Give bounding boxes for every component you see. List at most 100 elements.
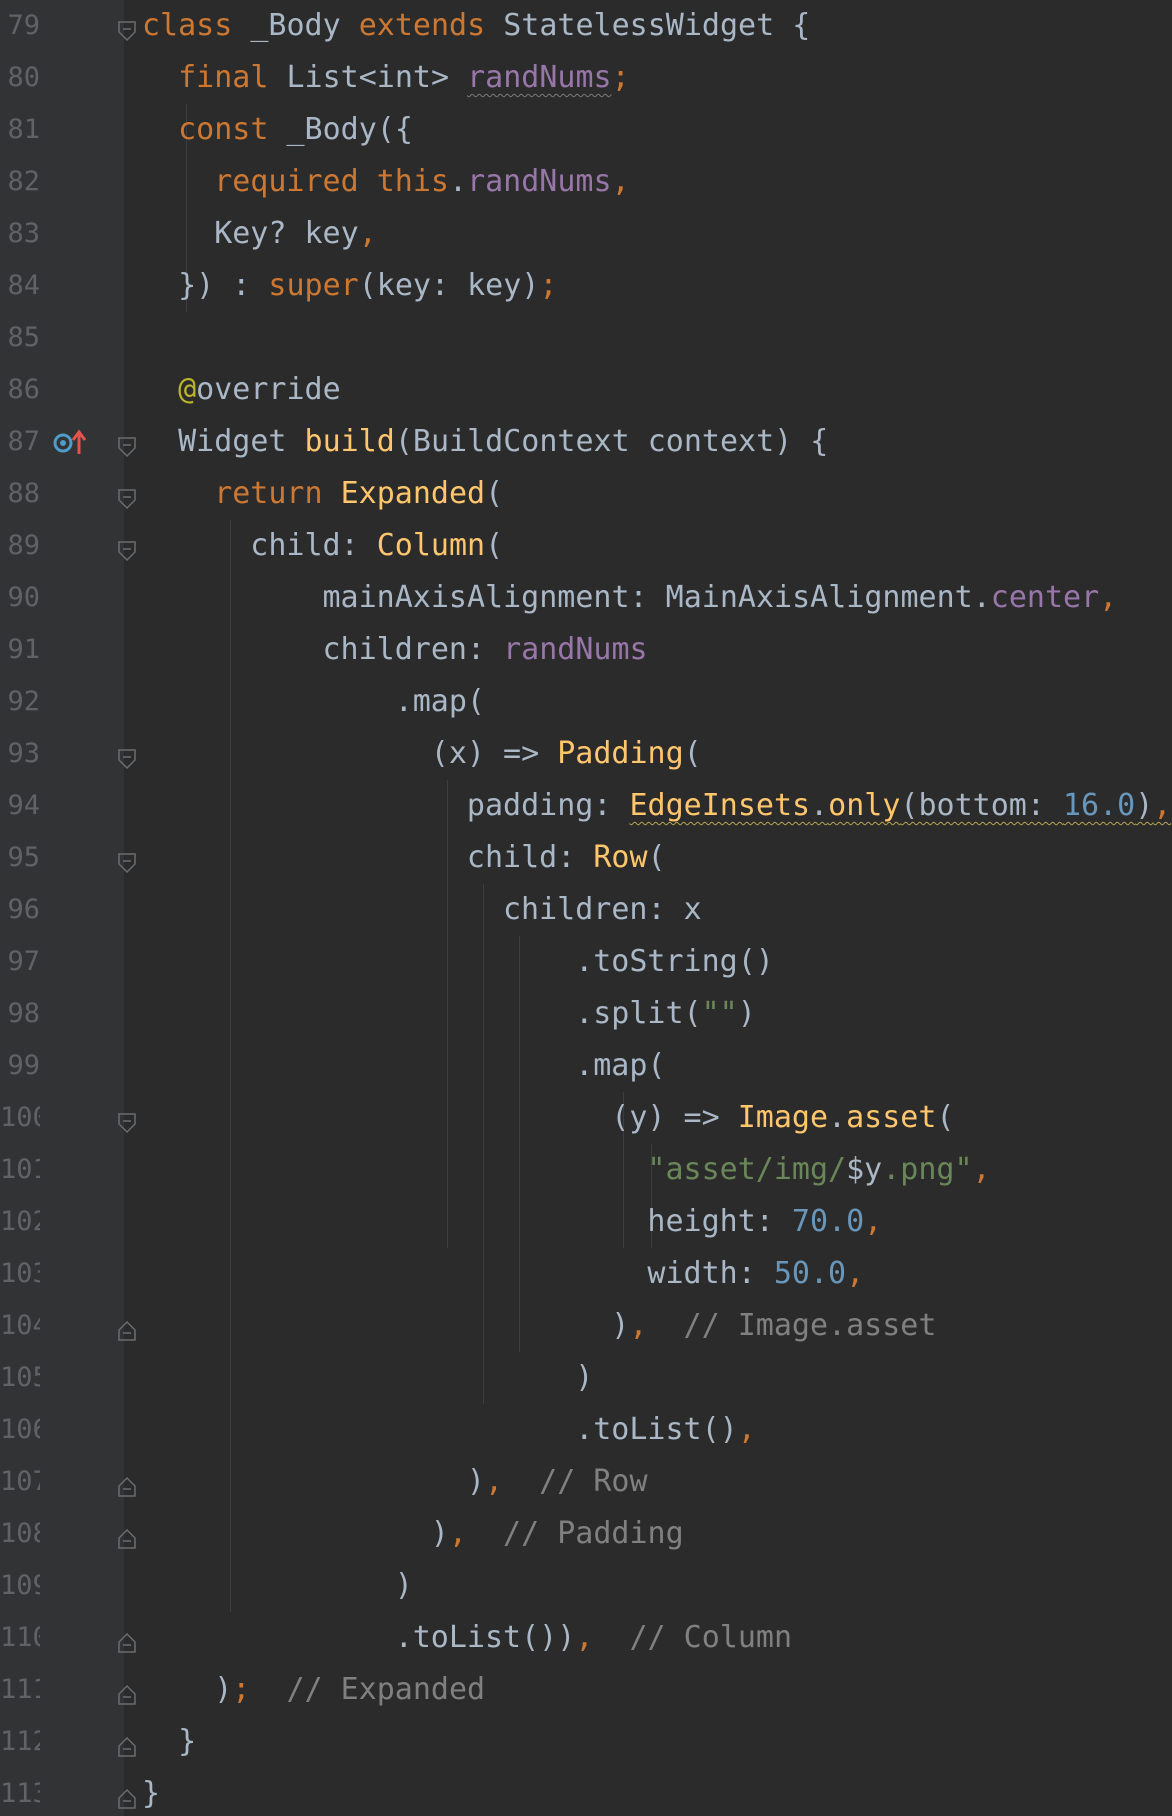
- code-text[interactable]: .split(""): [575, 992, 756, 1036]
- code-line[interactable]: 110 .toList()), // Column: [0, 1612, 1172, 1664]
- code-text[interactable]: .map(: [575, 1044, 665, 1088]
- code-text[interactable]: ): [575, 1356, 593, 1400]
- code-text[interactable]: height: 70.0,: [647, 1200, 882, 1244]
- code-line[interactable]: 97 .toString(): [0, 936, 1172, 988]
- code-text[interactable]: .map(: [395, 680, 485, 724]
- fold-end-icon[interactable]: [117, 1315, 137, 1341]
- code-line[interactable]: 103 width: 50.0,: [0, 1248, 1172, 1300]
- fold-end-icon[interactable]: [117, 1679, 137, 1705]
- code-line[interactable]: 109): [0, 1560, 1172, 1612]
- code-text[interactable]: Key? key,: [214, 212, 377, 256]
- code-line[interactable]: 90 mainAxisAlignment: MainAxisAlignment.c…: [0, 572, 1172, 624]
- code-line[interactable]: 79 class _Body extends StatelessWidget {: [0, 0, 1172, 52]
- code-line[interactable]: 92 .map(: [0, 676, 1172, 728]
- code-token: ,: [972, 1152, 991, 1187]
- fold-end-icon[interactable]: [117, 1783, 137, 1809]
- code-text[interactable]: .toString(): [575, 940, 774, 984]
- code-line[interactable]: 101 "asset/img/$y.png",: [0, 1144, 1172, 1196]
- fold-collapse-icon[interactable]: [117, 743, 137, 770]
- code-text[interactable]: return Expanded(: [214, 472, 503, 516]
- code-text[interactable]: }: [142, 1772, 160, 1816]
- code-text[interactable]: (y) => Image.asset(: [611, 1096, 954, 1140]
- code-text[interactable]: ), // Row: [467, 1460, 648, 1504]
- code-line[interactable]: 88 return Expanded(: [0, 468, 1172, 520]
- code-token: padding:: [466, 788, 630, 823]
- fold-end-icon[interactable]: [117, 1627, 137, 1653]
- code-editor[interactable]: 79 class _Body extends StatelessWidget {8…: [0, 0, 1172, 1816]
- code-line[interactable]: 86 @override: [0, 364, 1172, 416]
- line-number: 83: [7, 218, 40, 249]
- code-token: (: [683, 736, 702, 771]
- code-token: Image: [737, 1100, 829, 1135]
- code-line[interactable]: 113}: [0, 1768, 1172, 1816]
- fold-end-icon[interactable]: [117, 1731, 137, 1757]
- code-line[interactable]: 85: [0, 312, 1172, 364]
- code-token: // Image.asset: [683, 1308, 937, 1343]
- code-line[interactable]: 108), // Padding: [0, 1508, 1172, 1560]
- fold-collapse-icon[interactable]: [117, 483, 137, 510]
- code-line[interactable]: 95 child: Row(: [0, 832, 1172, 884]
- code-line[interactable]: 93 (x) => Padding(: [0, 728, 1172, 780]
- code-line[interactable]: 104), // Image.asset: [0, 1300, 1172, 1352]
- code-line[interactable]: 98 .split(""): [0, 988, 1172, 1040]
- code-line[interactable]: 82 required this.randNums,: [0, 156, 1172, 208]
- code-text[interactable]: ), // Padding: [431, 1512, 684, 1556]
- fold-collapse-icon[interactable]: [117, 535, 137, 562]
- code-line[interactable]: 111); // Expanded: [0, 1664, 1172, 1716]
- override-method-icon[interactable]: [52, 428, 90, 456]
- code-text[interactable]: ): [395, 1564, 413, 1608]
- code-text[interactable]: child: Row(: [467, 836, 666, 880]
- fold-collapse-icon[interactable]: [117, 1107, 137, 1134]
- line-number: 112: [0, 1726, 40, 1757]
- code-line[interactable]: 99 .map(: [0, 1040, 1172, 1092]
- code-text[interactable]: "asset/img/$y.png",: [647, 1148, 990, 1192]
- code-text[interactable]: }) : super(key: key);: [178, 264, 557, 308]
- code-text[interactable]: .toList()), // Column: [395, 1616, 792, 1660]
- code-line[interactable]: 87 Widget build(BuildContext context) {: [0, 416, 1172, 468]
- code-line[interactable]: 96 children: x: [0, 884, 1172, 936]
- code-token: children:: [322, 632, 504, 667]
- code-text[interactable]: children: x: [503, 888, 702, 932]
- fold-end-icon[interactable]: [117, 1523, 137, 1549]
- code-line[interactable]: 102 height: 70.0,: [0, 1196, 1172, 1248]
- code-text[interactable]: Widget build(BuildContext context) {: [178, 420, 828, 464]
- fold-collapse-icon[interactable]: [117, 431, 137, 458]
- code-text[interactable]: padding: EdgeInsets.only(bottom: 16.0),: [467, 784, 1171, 828]
- code-text[interactable]: final List<int> randNums;: [178, 56, 630, 100]
- code-text[interactable]: (x) => Padding(: [431, 732, 702, 776]
- code-line[interactable]: 105): [0, 1352, 1172, 1404]
- code-line[interactable]: 106 .toList(),: [0, 1404, 1172, 1456]
- code-line[interactable]: 94 padding: EdgeInsets.only(bottom: 16.0)…: [0, 780, 1172, 832]
- code-line[interactable]: 84 }) : super(key: key);: [0, 260, 1172, 312]
- code-text[interactable]: .toList(),: [575, 1408, 756, 1452]
- code-text[interactable]: const _Body({: [178, 108, 413, 152]
- code-text[interactable]: @override: [178, 368, 341, 412]
- fold-collapse-icon[interactable]: [117, 847, 137, 874]
- fold-collapse-icon[interactable]: [117, 15, 137, 42]
- line-number: 84: [7, 270, 40, 301]
- code-text[interactable]: }: [178, 1720, 196, 1764]
- code-token: randNums: [467, 60, 612, 95]
- code-text[interactable]: mainAxisAlignment: MainAxisAlignment.cen…: [323, 576, 1118, 620]
- code-line[interactable]: 112}: [0, 1716, 1172, 1768]
- code-text[interactable]: width: 50.0,: [647, 1252, 864, 1296]
- code-token: ,: [864, 1204, 883, 1239]
- code-text[interactable]: ), // Image.asset: [611, 1304, 936, 1348]
- line-number: 113: [0, 1778, 40, 1809]
- code-line[interactable]: 89 child: Column(: [0, 520, 1172, 572]
- code-line[interactable]: 80 final List<int> randNums;: [0, 52, 1172, 104]
- code-line[interactable]: 81 const _Body({: [0, 104, 1172, 156]
- code-line[interactable]: 83 Key? key,: [0, 208, 1172, 260]
- code-text[interactable]: child: Column(: [250, 524, 503, 568]
- code-line[interactable]: 91 children: randNums: [0, 624, 1172, 676]
- code-text[interactable]: children: randNums: [323, 628, 648, 672]
- code-text[interactable]: required this.randNums,: [214, 160, 629, 204]
- code-text[interactable]: class _Body extends StatelessWidget {: [142, 4, 810, 48]
- fold-end-icon[interactable]: [117, 1471, 137, 1497]
- code-text[interactable]: ); // Expanded: [214, 1668, 485, 1712]
- code-line[interactable]: 107), // Row: [0, 1456, 1172, 1508]
- code-line[interactable]: 100 (y) => Image.asset(: [0, 1092, 1172, 1144]
- code-token: this: [376, 164, 449, 199]
- code-token: center: [990, 580, 1100, 615]
